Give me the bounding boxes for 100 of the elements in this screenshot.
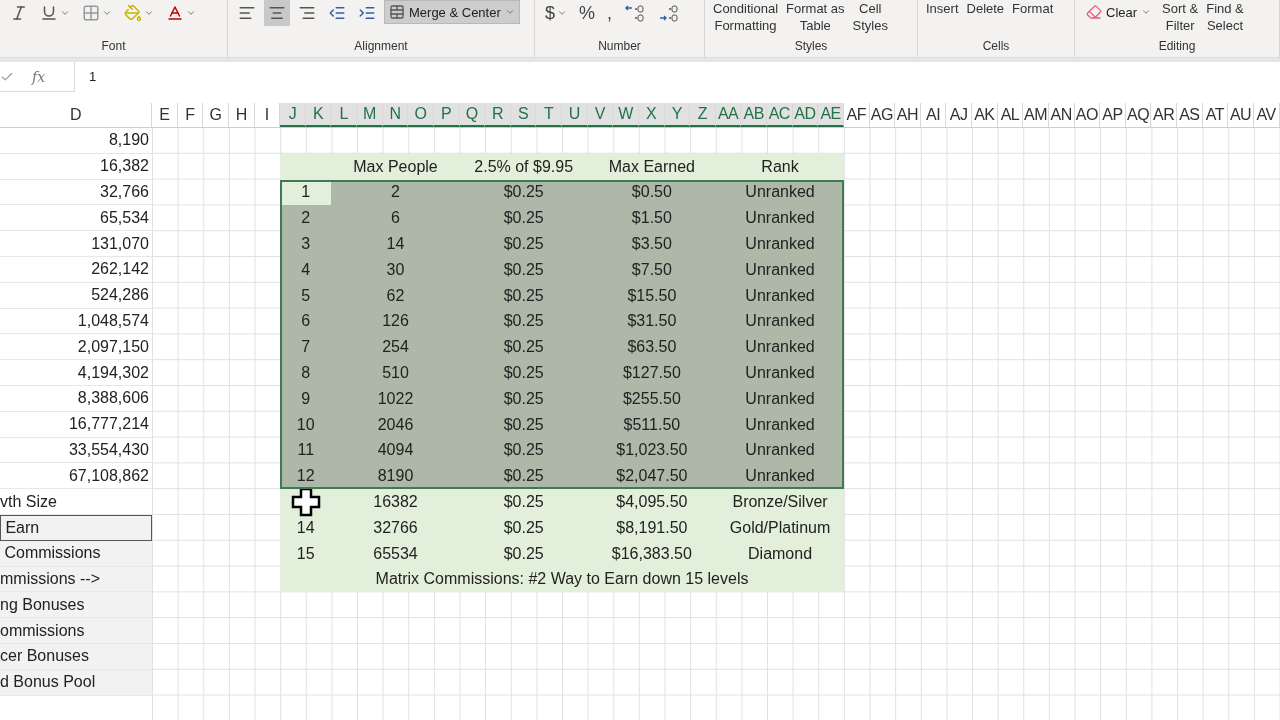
table-row[interactable]: 6 126 $0.25 $31.50 Unranked [280, 308, 844, 335]
column-header[interactable]: AE [818, 103, 844, 127]
decrease-decimal-icon [658, 3, 681, 23]
ribbon-button[interactable]: Format [1010, 0, 1056, 17]
column-header[interactable]: O [408, 103, 434, 127]
table-row[interactable]: 10 2046 $0.25 $511.50 Unranked [280, 411, 844, 438]
column-header[interactable]: AR [1151, 103, 1177, 127]
column-header[interactable]: N [382, 103, 409, 127]
column-header[interactable]: AH [895, 103, 921, 127]
table-row[interactable]: 14 32766 $0.25 $8,191.50 Gold/Platinum [280, 514, 844, 541]
column-header[interactable]: T [536, 103, 562, 127]
caret-icon [1141, 7, 1152, 17]
column-header[interactable]: P [433, 103, 460, 127]
column-header[interactable]: AB [741, 103, 767, 127]
column-header[interactable]: AM [1023, 103, 1049, 127]
column-header[interactable]: Z [690, 103, 716, 127]
table-cell-text: 126 [381, 311, 410, 332]
borders-icon [82, 4, 100, 22]
column-header[interactable]: AP [1100, 103, 1126, 127]
column-header[interactable]: AN [1048, 103, 1075, 127]
table-cell-text: $0.25 [502, 466, 545, 487]
column-header[interactable]: AL [997, 103, 1024, 127]
column-header[interactable]: AA [715, 103, 742, 127]
ribbon-button[interactable]: Sort & Filter [1160, 0, 1201, 34]
column-header[interactable]: AV [1253, 103, 1280, 127]
column-header[interactable]: AG [869, 103, 896, 127]
table-row[interactable]: 9 1022 $0.25 $255.50 Unranked [280, 385, 844, 412]
table-row[interactable]: 11 4094 $0.25 $1,023.50 Unranked [280, 437, 844, 464]
column-header[interactable]: K [305, 103, 332, 127]
column-header[interactable]: Q [459, 103, 486, 127]
table-cell-text: 11 [296, 440, 316, 461]
table-row[interactable]: 8 510 $0.25 $127.50 Unranked [280, 360, 844, 386]
ribbon-button[interactable]: Insert [924, 0, 961, 17]
table-cell-text: $0.25 [502, 388, 545, 409]
column-header[interactable]: L [331, 103, 357, 127]
table-cell-text: $0.25 [502, 440, 545, 461]
column-header[interactable]: R [485, 103, 511, 127]
column-heading: Max People [352, 156, 439, 177]
table-cell-text: Unranked [744, 234, 816, 255]
ribbon-button[interactable]: Conditional Formatting [711, 0, 781, 34]
table-cell-text: Bronze/Silver [731, 492, 829, 513]
column-header[interactable]: AS [1177, 103, 1203, 127]
table-row[interactable]: 3 14 $0.25 $3.50 Unranked [280, 231, 844, 257]
table-row[interactable]: 12 8190 $0.25 $2,047.50 Unranked [280, 463, 844, 490]
merge-center-button[interactable]: Merge & Center [384, 0, 520, 24]
column-header[interactable]: AF [843, 103, 870, 127]
formula-field[interactable]: 1 [74, 61, 1280, 92]
column-header[interactable]: S [510, 103, 537, 127]
table-cell: mmissions --> [0, 566, 152, 593]
table-row[interactable]: 5 62 $0.25 $15.50 Unranked [280, 282, 844, 309]
column-header[interactable]: AT [1202, 103, 1229, 127]
column-header[interactable]: W [613, 103, 639, 127]
table-cell-text: Unranked [744, 414, 816, 435]
merge-icon [389, 4, 405, 20]
table-cell-text: 8190 [376, 466, 415, 487]
table-row[interactable]: 16382 $0.25 $4,095.50 Bronze/Silver [280, 489, 844, 515]
column-header[interactable]: AC [767, 103, 793, 127]
ribbon-button[interactable]: Delete [964, 0, 1007, 17]
column-header[interactable]: AQ [1125, 103, 1152, 127]
italic-icon [10, 4, 28, 22]
column-header[interactable]: AD [792, 103, 819, 127]
column-header[interactable]: AO [1074, 103, 1101, 127]
ribbon-button[interactable]: Find & Select [1204, 0, 1246, 34]
table-cell-text: 7 [300, 337, 312, 358]
table-cell-text: 1022 [376, 388, 415, 409]
column-header[interactable]: AJ [946, 103, 972, 127]
caret-icon [144, 8, 154, 18]
table-cell-text: Unranked [744, 208, 816, 229]
column-header[interactable]: J [280, 103, 306, 127]
ribbon-button[interactable]: Format as Table [784, 0, 847, 34]
footer-note: Matrix Commissions: #2 Way to Earn down 15 levels [280, 566, 844, 593]
column-header[interactable]: AK [972, 103, 998, 127]
ribbon-button[interactable]: Cell Styles [850, 0, 890, 34]
number-format-button[interactable]: % [575, 0, 600, 26]
clear-button[interactable]: Clear [1081, 0, 1157, 24]
table-row[interactable]: 15 65534 $0.25 $16,383.50 Diamond [280, 540, 844, 567]
group-label: Cells [982, 39, 1010, 55]
table-row[interactable]: 2 6 $0.25 $1.50 Unranked [280, 205, 844, 232]
column-heading: Rank [760, 156, 800, 177]
number-format-button[interactable]: $ [541, 0, 571, 26]
function-label: fx [32, 68, 46, 85]
column-header[interactable]: V [587, 103, 614, 127]
table-cell-text: 254 [381, 337, 410, 358]
column-header[interactable]: AU [1228, 103, 1254, 127]
table-cell-text: 65534 [372, 543, 419, 564]
table-row[interactable]: 4 30 $0.25 $7.50 Unranked [280, 257, 844, 283]
number-format-button[interactable]: , [603, 0, 617, 26]
column-header[interactable]: M [357, 103, 383, 127]
caret-icon [186, 8, 196, 18]
table-cell-text: $0.25 [502, 492, 545, 513]
column-heading: 2.5% of $9.95 [473, 156, 575, 177]
align-center-button[interactable] [264, 0, 290, 26]
table-cell-text: 6 [300, 311, 312, 332]
table-row[interactable]: 7 254 $0.25 $63.50 Unranked [280, 334, 844, 361]
table-cell-text: $1.50 [630, 208, 673, 229]
column-header[interactable]: U [562, 103, 588, 127]
column-header[interactable]: Y [664, 103, 691, 127]
column-header[interactable]: X [638, 103, 665, 127]
table-cell-text: $16,383.50 [610, 543, 693, 564]
table-cell-text: $8,191.50 [615, 517, 689, 538]
